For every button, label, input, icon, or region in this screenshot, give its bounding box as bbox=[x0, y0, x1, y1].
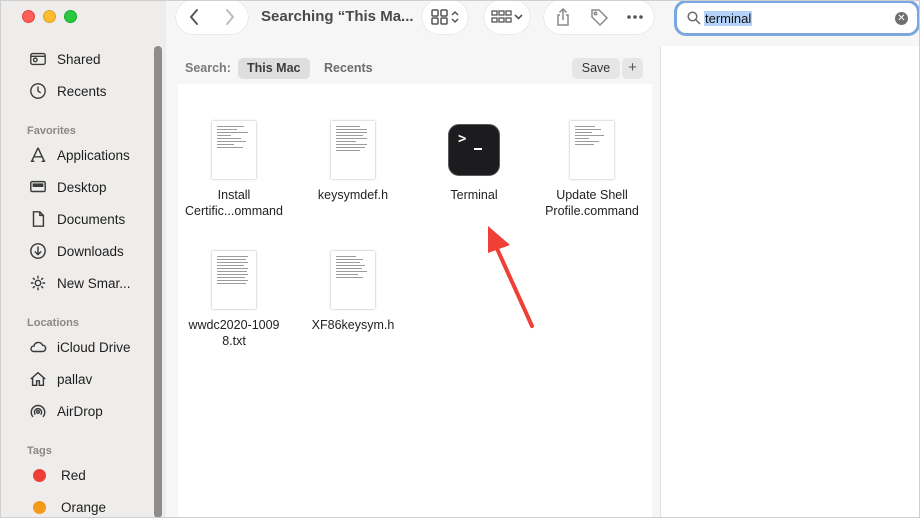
scope-label: Search: bbox=[185, 61, 231, 75]
sidebar-item-downloads[interactable]: Downloads bbox=[28, 240, 152, 262]
sidebar-section-tags: Tags bbox=[27, 445, 52, 457]
desktop-icon bbox=[28, 177, 48, 197]
sidebar-item-desktop[interactable]: Desktop bbox=[28, 176, 152, 198]
sidebar-item-label: Downloads bbox=[57, 243, 124, 259]
sidebar-scrollbar[interactable] bbox=[154, 46, 162, 518]
sidebar-item-tag-orange[interactable]: Orange bbox=[28, 496, 152, 518]
file-name: wwdc2020-1009 8.txt bbox=[188, 318, 280, 348]
sidebar-item-airdrop[interactable]: AirDrop bbox=[28, 400, 152, 422]
sidebar-section-locations: Locations bbox=[27, 317, 79, 329]
ellipsis-icon bbox=[627, 15, 643, 19]
zoom-window-button[interactable] bbox=[64, 10, 77, 23]
file-item[interactable]: Install Certific...ommand bbox=[175, 121, 293, 219]
scope-this-mac-button[interactable]: This Mac bbox=[238, 58, 310, 79]
red-tag-icon bbox=[33, 468, 46, 482]
sidebar-item-smart-folder[interactable]: New Smar... bbox=[28, 272, 152, 294]
navigation-buttons bbox=[176, 0, 248, 34]
home-icon bbox=[28, 369, 48, 389]
sidebar-item-label: Desktop bbox=[57, 179, 107, 195]
document-thumbnail-icon bbox=[331, 251, 375, 309]
clear-search-button[interactable]: ✕ bbox=[895, 12, 908, 25]
gear-icon bbox=[28, 273, 48, 293]
back-button[interactable] bbox=[176, 8, 212, 26]
orange-tag-icon bbox=[33, 500, 46, 514]
search-scope-bar: Search: This Mac Recents Save + bbox=[178, 56, 648, 80]
forward-button[interactable] bbox=[212, 8, 248, 26]
window-title: Searching “This Ma... bbox=[261, 8, 414, 25]
chevron-right-icon bbox=[226, 9, 234, 25]
window-controls bbox=[22, 10, 77, 23]
file-name: XF86keysym.h bbox=[311, 318, 395, 332]
applications-icon bbox=[28, 145, 48, 165]
file-item[interactable]: > Terminal bbox=[415, 124, 533, 203]
action-buttons bbox=[544, 0, 654, 34]
file-name: Terminal bbox=[450, 188, 498, 202]
add-criteria-button[interactable]: + bbox=[622, 58, 643, 79]
sidebar-item-tag-red[interactable]: Red bbox=[28, 464, 152, 486]
annotation-arrow-icon bbox=[488, 226, 534, 328]
close-window-button[interactable] bbox=[22, 10, 35, 23]
chevron-left-icon bbox=[190, 9, 198, 25]
file-name: Update Shell Profile.command bbox=[545, 188, 639, 218]
minimize-window-button[interactable] bbox=[43, 10, 56, 23]
shared-folder-icon bbox=[28, 49, 48, 69]
file-name: Install Certific...ommand bbox=[185, 188, 283, 218]
sidebar-item-documents[interactable]: Documents bbox=[28, 208, 152, 230]
document-thumbnail-icon bbox=[331, 121, 375, 179]
sidebar: Shared Recents Favorites Applications De… bbox=[0, 0, 166, 518]
sidebar-item-label: AirDrop bbox=[57, 403, 103, 419]
document-thumbnail-icon bbox=[570, 121, 614, 179]
view-mode-button[interactable] bbox=[422, 0, 468, 34]
cloud-icon bbox=[28, 337, 48, 357]
scope-recents-button[interactable]: Recents bbox=[315, 58, 382, 79]
tag-icon bbox=[591, 9, 609, 27]
sidebar-item-label: Recents bbox=[57, 83, 107, 99]
search-icon bbox=[687, 11, 701, 25]
sidebar-item-label: pallav bbox=[57, 371, 93, 387]
sidebar-item-label: Applications bbox=[57, 147, 130, 163]
sidebar-item-shared[interactable]: Shared bbox=[28, 48, 152, 70]
sidebar-item-label: iCloud Drive bbox=[57, 339, 131, 355]
more-options-button[interactable] bbox=[617, 14, 653, 20]
close-icon: ✕ bbox=[897, 13, 906, 24]
group-by-button[interactable] bbox=[484, 0, 530, 34]
file-item[interactable]: keysymdef.h bbox=[294, 121, 412, 203]
sidebar-item-label: New Smar... bbox=[57, 275, 131, 291]
sidebar-item-label: Documents bbox=[57, 211, 126, 227]
sidebar-item-label: Orange bbox=[61, 499, 107, 515]
download-icon bbox=[28, 241, 48, 261]
file-item[interactable]: wwdc2020-1009 8.txt bbox=[175, 251, 293, 349]
group-grid-icon bbox=[491, 10, 523, 23]
sidebar-item-applications[interactable]: Applications bbox=[28, 144, 152, 166]
sidebar-item-label: Shared bbox=[57, 51, 101, 67]
sidebar-item-recents[interactable]: Recents bbox=[28, 80, 152, 102]
airdrop-icon bbox=[28, 401, 48, 421]
sidebar-item-label: Red bbox=[61, 467, 86, 483]
terminal-app-icon: > bbox=[448, 124, 500, 176]
tag-button[interactable] bbox=[581, 7, 617, 27]
sidebar-section-favorites: Favorites bbox=[27, 125, 76, 137]
file-item[interactable]: Update Shell Profile.command bbox=[533, 121, 651, 219]
icon-grid-view-icon bbox=[431, 9, 459, 25]
sidebar-item-home[interactable]: pallav bbox=[28, 368, 152, 390]
file-item[interactable]: XF86keysym.h bbox=[294, 251, 412, 333]
preview-panel bbox=[660, 46, 920, 518]
document-thumbnail-icon bbox=[212, 121, 256, 179]
document-icon bbox=[28, 209, 48, 229]
search-input[interactable]: terminal bbox=[704, 10, 753, 26]
clock-icon bbox=[28, 81, 48, 101]
sidebar-item-icloud-drive[interactable]: iCloud Drive bbox=[28, 336, 152, 358]
share-button[interactable] bbox=[545, 7, 581, 27]
save-search-button[interactable]: Save bbox=[572, 58, 620, 79]
search-field[interactable]: terminal ✕ bbox=[674, 0, 920, 36]
share-icon bbox=[557, 7, 569, 26]
results-grid: Install Certific...ommand keysymdef.h > T… bbox=[178, 84, 652, 518]
document-thumbnail-icon bbox=[212, 251, 256, 309]
file-name: keysymdef.h bbox=[317, 188, 389, 202]
